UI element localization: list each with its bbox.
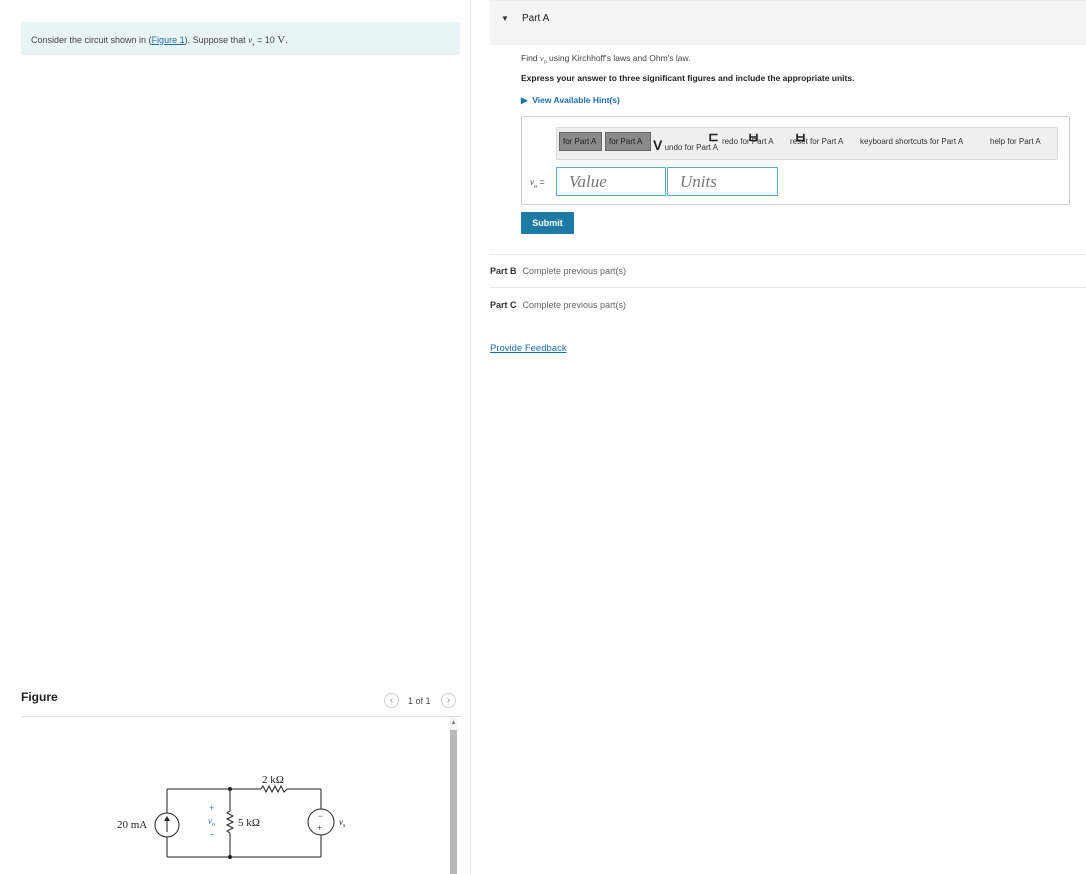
symbols-button[interactable]: for Part A: [605, 132, 651, 151]
problem-statement: Consider the circuit shown in (Figure 1)…: [21, 22, 460, 55]
node-bottom: [228, 855, 232, 859]
chevron-right-icon: ›: [446, 695, 451, 706]
redo-glyph-icon: ㅂ: [747, 130, 760, 146]
vo-plus: +: [209, 803, 214, 813]
problem-text-middle: ). Suppose that: [184, 35, 249, 45]
value-input[interactable]: Value: [556, 167, 666, 196]
provide-feedback-link[interactable]: Provide Feedback: [490, 343, 567, 354]
problem-suffix: .: [285, 35, 288, 45]
view-hints-link[interactable]: ▶ View Available Hint(s): [521, 95, 620, 106]
current-source-label: 20 mA: [117, 819, 147, 831]
pane-divider: [470, 0, 471, 874]
vs-plus: +: [317, 823, 322, 833]
circuit-diagram: 20 mA 2 kΩ 5 kΩ + vo − − + vs: [117, 774, 346, 859]
resistor-5k-label: 5 kΩ: [238, 817, 260, 829]
problem-equals: = 10: [254, 35, 278, 45]
chevron-left-icon: ‹: [389, 695, 394, 706]
templates-button[interactable]: for Part A: [559, 132, 602, 151]
scroll-up-arrow-icon[interactable]: ▲: [450, 718, 457, 728]
answer-variable-label: vo =: [530, 177, 545, 190]
next-figure-button[interactable]: ›: [441, 693, 456, 708]
submit-button[interactable]: Submit: [521, 212, 574, 234]
figure-divider: [21, 716, 461, 717]
collapse-triangle-icon[interactable]: ▼: [501, 14, 509, 23]
vo-minus: −: [209, 830, 215, 841]
keyboard-shortcuts-button[interactable]: keyboard shortcuts for Part A: [860, 137, 963, 146]
resistor-2k-label: 2 kΩ: [262, 774, 284, 786]
part-a-instructions: Express your answer to three significant…: [521, 73, 855, 83]
undo-icon: V: [653, 137, 663, 153]
part-a-title: Part A: [522, 13, 550, 24]
resistor-2k: [260, 784, 288, 794]
part-a-header[interactable]: [490, 0, 1086, 45]
vs-minus: −: [318, 811, 323, 821]
problem-text-prefix: Consider the circuit shown in (: [31, 35, 152, 45]
node-top: [228, 787, 232, 791]
part-divider-2: [490, 287, 1086, 288]
resistor-5k: [225, 810, 235, 834]
part-c-row[interactable]: Part C Complete previous part(s): [490, 300, 626, 310]
figure-pager: 1 of 1: [408, 696, 431, 706]
reset-glyph-icon: ㅂ: [794, 130, 807, 146]
prev-figure-button[interactable]: ‹: [384, 693, 399, 708]
figure-link[interactable]: Figure 1: [152, 35, 185, 45]
part-divider-1: [490, 254, 1086, 255]
triangle-right-icon: ▶: [521, 95, 533, 105]
part-a-question: Find vo using Kirchhoff's laws and Ohm's…: [521, 53, 691, 66]
part-b-row[interactable]: Part B Complete previous part(s): [490, 266, 626, 276]
vo-symbol: vo: [208, 816, 215, 828]
help-button[interactable]: help for Part A: [990, 137, 1041, 146]
vs-label: vs: [339, 817, 346, 829]
current-arrow-head: [164, 816, 170, 821]
undo-glyph-icon: ㄷ: [707, 130, 720, 146]
figure-title: Figure: [21, 690, 58, 704]
figure-scroll-thumb[interactable]: [450, 730, 457, 874]
units-input[interactable]: Units: [667, 167, 778, 196]
vo-symbol: vo: [539, 53, 547, 66]
